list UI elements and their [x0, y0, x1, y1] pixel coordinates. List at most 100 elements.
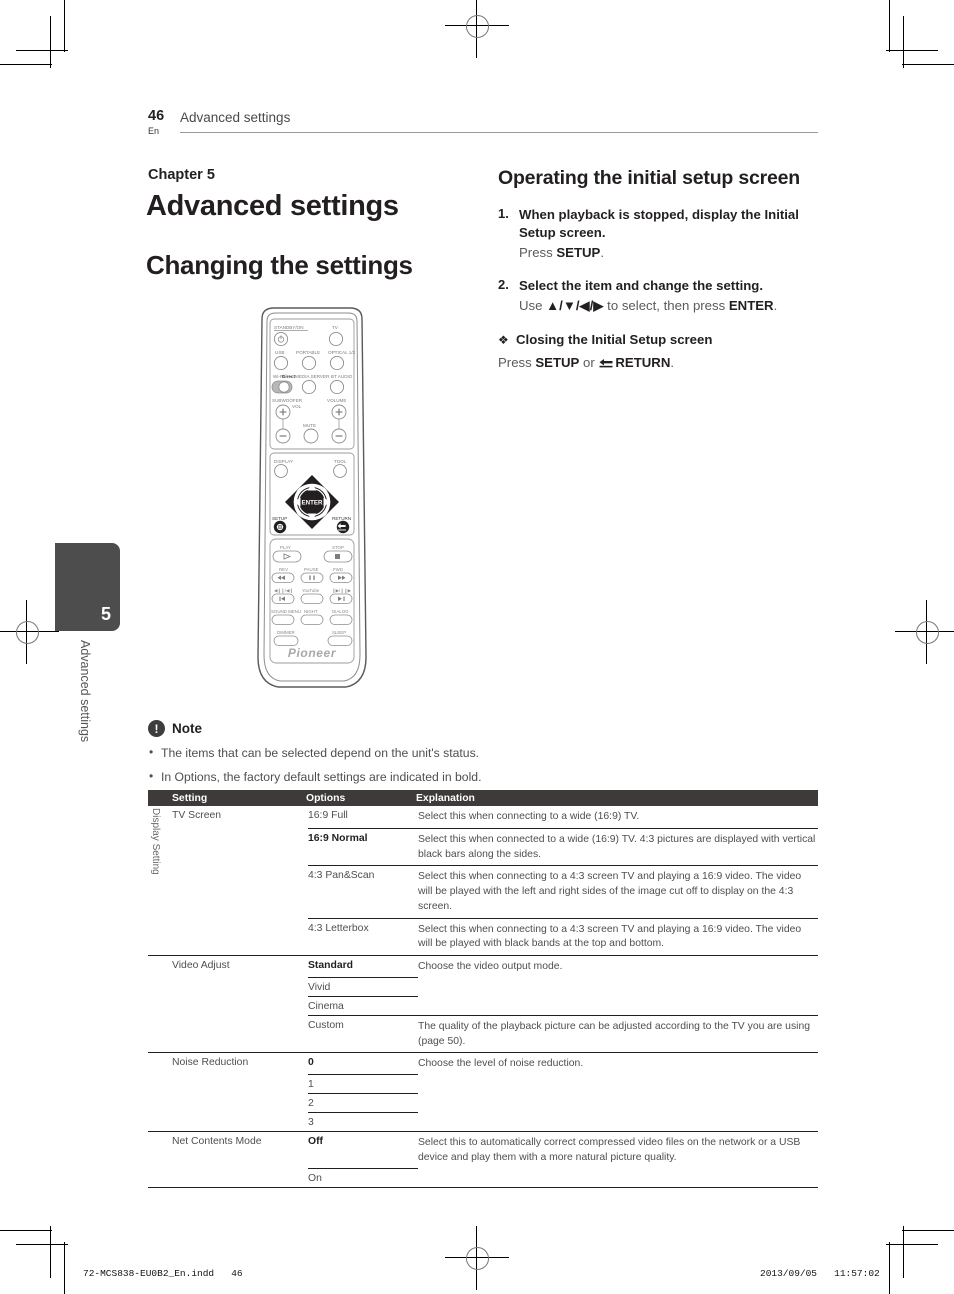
- option-row: 4:3 Pan&Scan Select this when connecting…: [308, 866, 818, 919]
- press-suffix: .: [670, 355, 675, 371]
- svg-text:◀❙❙/◀❙: ◀❙❙/◀❙: [274, 588, 293, 593]
- group-label-cell: [148, 956, 172, 1052]
- right-column-heading: Operating the initial setup screen: [498, 167, 801, 189]
- table-row: Display Setting TV Screen 16:9 Full Sele…: [148, 806, 818, 957]
- chapter-label: Chapter 5: [148, 167, 215, 183]
- svg-text:STOP: STOP: [332, 545, 344, 550]
- header-title: Advanced settings: [180, 110, 291, 125]
- setting-name: Net Contents Mode: [172, 1136, 262, 1148]
- key-setup-2: SETUP: [535, 355, 580, 371]
- option-row: 16:9 Normal Select this when connected t…: [308, 829, 818, 867]
- chapter-title: Advanced settings: [146, 190, 399, 222]
- svg-text:DIALOG: DIALOG: [332, 609, 349, 614]
- option-row: 0 Choose the level of noise reduction.: [308, 1053, 818, 1076]
- svg-text:Direct: Direct: [282, 374, 295, 379]
- option-row: Custom The quality of the playback pictu…: [308, 1016, 818, 1053]
- key-arrows: ▲/▼/◀/▶: [546, 297, 604, 313]
- option-label: 1: [308, 1075, 418, 1095]
- svg-text:RETURN: RETURN: [332, 516, 351, 521]
- note-header: ! Note: [148, 720, 828, 737]
- col-head-options: Options: [306, 792, 346, 804]
- option-label: 16:9 Normal: [308, 829, 418, 867]
- svg-text:PLAY: PLAY: [280, 545, 291, 550]
- option-explanation: [418, 978, 818, 997]
- diamond-bullet-icon: ❖: [498, 332, 509, 347]
- option-label: 2: [308, 1094, 418, 1114]
- table-row: Noise Reduction 0 Choose the level of no…: [148, 1053, 818, 1133]
- closing-title: Closing the Initial Setup screen: [516, 331, 713, 347]
- svg-text:FWD: FWD: [333, 567, 343, 572]
- svg-text:DIMMER: DIMMER: [277, 630, 295, 635]
- option-explanation: [418, 997, 818, 1016]
- setting-name: Video Adjust: [172, 960, 230, 972]
- option-row: 16:9 Full Select this when connecting to…: [308, 806, 818, 829]
- option-label: Custom: [308, 1019, 344, 1031]
- step-detail: Press SETUP.: [519, 243, 818, 262]
- svg-text:BT AUDIO: BT AUDIO: [331, 374, 353, 379]
- svg-text:MEDIA SERVER: MEDIA SERVER: [295, 374, 330, 379]
- chapter-tab-number: 5: [100, 604, 111, 624]
- option-label: Off: [308, 1132, 418, 1169]
- step-title: When playback is stopped, display the In…: [519, 206, 799, 241]
- group-label-cell: [148, 1053, 172, 1131]
- svg-text:TOOL: TOOL: [334, 459, 347, 464]
- return-arrow-icon: [599, 357, 614, 372]
- svg-text:OPTICAL 1/2: OPTICAL 1/2: [328, 350, 356, 355]
- svg-text:Pioneer: Pioneer: [288, 646, 337, 660]
- svg-text:SUBWOOFER: SUBWOOFER: [272, 398, 303, 403]
- document-page: 46 En Advanced settings 5 Advanced setti…: [0, 0, 954, 1294]
- registration-mark-top: [445, 0, 509, 58]
- option-label: On: [308, 1172, 322, 1184]
- settings-table: Setting Options Explanation Display Sett…: [148, 790, 818, 1188]
- svg-text:SLEEP: SLEEP: [332, 630, 346, 635]
- svg-text:PAUSE: PAUSE: [304, 567, 319, 572]
- option-explanation: Select this when connecting to a wide (1…: [418, 806, 818, 829]
- step-detail-prefix: Use: [519, 297, 547, 313]
- option-explanation: Choose the level of noise reduction.: [418, 1058, 584, 1070]
- list-item: In Options, the factory default settings…: [148, 767, 828, 786]
- option-row: 1: [308, 1075, 818, 1095]
- footer-filename: 72-MCS838-EU0B2_En.indd 46: [83, 1268, 243, 1279]
- registration-mark-right: [895, 600, 954, 664]
- svg-text:SOUND MENU: SOUND MENU: [271, 609, 301, 614]
- note-list: The items that can be selected depend on…: [148, 743, 828, 787]
- option-explanation: [418, 1169, 818, 1187]
- svg-text:NIGHT: NIGHT: [304, 609, 318, 614]
- option-explanation: Select this when connecting to a 4:3 scr…: [418, 866, 818, 919]
- option-label: Standard: [308, 956, 418, 978]
- option-label: 0: [308, 1053, 418, 1076]
- step-detail-prefix: Press: [519, 245, 557, 261]
- option-row: Cinema: [308, 997, 818, 1016]
- option-row: 2: [308, 1094, 818, 1114]
- closing-instruction: Press SETUP or RETURN.: [498, 355, 818, 372]
- option-explanation: The quality of the playback picture can …: [418, 1020, 811, 1047]
- option-row: Vivid: [308, 978, 818, 997]
- table-header-row: Setting Options Explanation: [148, 790, 818, 806]
- section-title: Changing the settings: [146, 250, 413, 280]
- setting-name: TV Screen: [172, 810, 222, 821]
- svg-text:ENTER: ENTER: [302, 499, 324, 506]
- svg-text:YouTube: YouTube: [302, 588, 320, 593]
- exclamation-icon: !: [148, 720, 165, 737]
- press-or: or: [579, 355, 599, 371]
- svg-text:VOL: VOL: [292, 404, 302, 409]
- svg-text:USB: USB: [275, 350, 284, 355]
- option-row: 4:3 Letterbox Select this when connectin…: [308, 919, 818, 956]
- col-head-setting: Setting: [172, 792, 208, 804]
- option-label: 16:9 Full: [308, 806, 418, 829]
- chapter-tab: 5: [55, 543, 120, 631]
- option-explanation: [418, 1113, 818, 1131]
- chapter-tab-label: Advanced settings: [78, 640, 92, 743]
- key-return: RETURN: [615, 355, 671, 371]
- svg-text:STANDBY/ON: STANDBY/ON: [274, 325, 304, 330]
- step-item: 1. When playback is stopped, display the…: [498, 206, 818, 263]
- table-row: Video Adjust Standard Choose the video o…: [148, 956, 818, 1054]
- step-detail-suffix: .: [600, 245, 605, 261]
- remote-control-illustration: STANDBY/ON TV USB PORTABLE OPTICAL 1/2 W…: [248, 305, 376, 697]
- option-label: Vivid: [308, 978, 418, 997]
- svg-text:MUTE: MUTE: [303, 423, 316, 428]
- language-marker: En: [148, 126, 160, 136]
- note-block: ! Note The items that can be selected de…: [148, 720, 828, 787]
- page-number: 46: [148, 108, 165, 124]
- svg-text:PORTABLE: PORTABLE: [296, 350, 320, 355]
